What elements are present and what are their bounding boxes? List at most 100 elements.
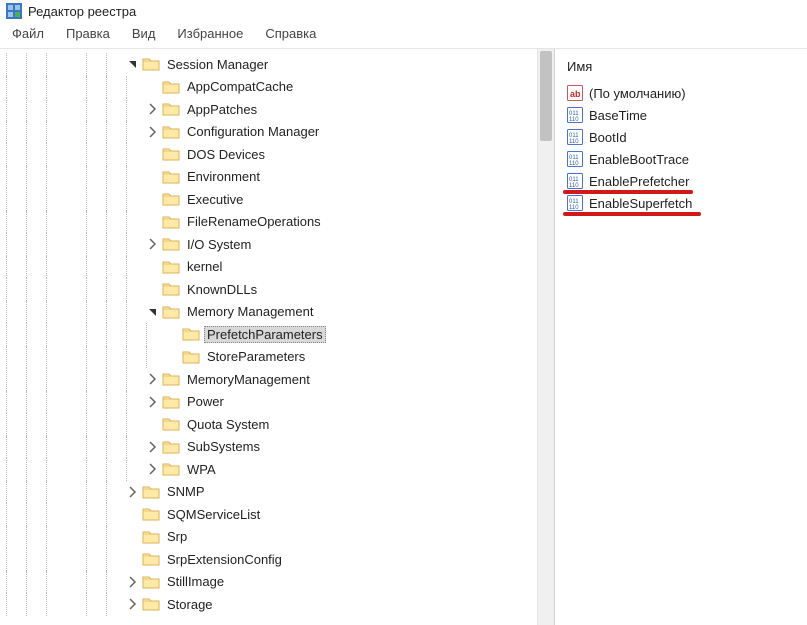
tree-item[interactable]: StoreParameters [6,346,554,369]
tree-item[interactable]: DOS Devices [6,143,554,166]
tree-item-label[interactable]: FileRenameOperations [184,213,324,230]
tree-item[interactable]: SNMP [6,481,554,504]
folder-icon [142,551,160,567]
value-name: BootId [589,130,627,145]
tree-item-label[interactable]: StillImage [164,573,227,590]
tree-item-label[interactable]: SQMServiceList [164,506,263,523]
tree-item-label[interactable]: SubSystems [184,438,263,455]
menu-view[interactable]: Вид [128,24,160,43]
value-name: (По умолчанию) [589,86,686,101]
reg-string-icon [567,85,583,101]
folder-icon [142,56,160,72]
tree-item[interactable]: SrpExtensionConfig [6,548,554,571]
chevron-right-icon[interactable] [146,102,160,116]
tree-item[interactable]: StillImage [6,571,554,594]
menu-file[interactable]: Файл [8,24,48,43]
chevron-right-icon[interactable] [126,485,140,499]
reg-dword-icon [567,107,583,123]
folder-icon [162,394,180,410]
folder-icon [162,281,180,297]
chevron-right-icon[interactable] [146,125,160,139]
folder-icon [142,506,160,522]
value-row[interactable]: EnableSuperfetch [561,192,807,214]
menu-favorites[interactable]: Избранное [173,24,247,43]
tree-item[interactable]: kernel [6,256,554,279]
chevron-right-icon[interactable] [146,440,160,454]
folder-icon [162,214,180,230]
tree-item[interactable]: FileRenameOperations [6,211,554,234]
tree-item-label[interactable]: KnownDLLs [184,281,260,298]
tree-item[interactable]: KnownDLLs [6,278,554,301]
tree-item[interactable]: AppCompatCache [6,76,554,99]
folder-icon [162,124,180,140]
chevron-right-icon[interactable] [126,575,140,589]
tree-item-label[interactable]: Power [184,393,227,410]
tree-item-label[interactable]: DOS Devices [184,146,268,163]
vertical-scrollbar[interactable] [537,49,554,625]
value-row[interactable]: (По умолчанию) [561,82,807,104]
tree-item-label[interactable]: Configuration Manager [184,123,322,140]
menubar: Файл Правка Вид Избранное Справка [0,22,807,48]
tree-item-label[interactable]: Quota System [184,416,272,433]
tree-item-label[interactable]: Session Manager [164,56,271,73]
tree-item-label[interactable]: Srp [164,528,190,545]
tree-item-label[interactable]: kernel [184,258,225,275]
tree-item[interactable]: Environment [6,166,554,189]
tree-item-label[interactable]: Memory Management [184,303,316,320]
tree-item[interactable]: WPA [6,458,554,481]
value-row[interactable]: EnablePrefetcher [561,170,807,192]
tree-item-label[interactable]: Storage [164,596,216,613]
tree-item[interactable]: MemoryManagement [6,368,554,391]
folder-icon [182,349,200,365]
tree-item[interactable]: Power [6,391,554,414]
column-header-name[interactable]: Имя [561,55,807,82]
annotation-underline [563,212,701,216]
tree-item-label[interactable]: AppCompatCache [184,78,296,95]
folder-icon [162,304,180,320]
chevron-right-icon[interactable] [146,372,160,386]
value-name: EnableBootTrace [589,152,689,167]
value-name: EnablePrefetcher [589,174,689,189]
tree-item-label[interactable]: PrefetchParameters [204,326,326,343]
tree-item-label[interactable]: StoreParameters [204,348,308,365]
tree-item[interactable]: Storage [6,593,554,616]
app-icon [6,3,22,19]
tree-list[interactable]: Session Manager AppCompatCache AppPatches C… [0,49,554,616]
tree-item-label[interactable]: MemoryManagement [184,371,313,388]
tree-item-label[interactable]: SNMP [164,483,208,500]
value-row[interactable]: BootId [561,126,807,148]
value-row[interactable]: EnableBootTrace [561,148,807,170]
tree-item[interactable]: PrefetchParameters [6,323,554,346]
tree-item[interactable]: Quota System [6,413,554,436]
folder-icon [162,416,180,432]
chevron-right-icon[interactable] [146,237,160,251]
chevron-down-icon[interactable] [126,57,140,71]
chevron-down-icon[interactable] [146,305,160,319]
tree-item[interactable]: Session Manager [6,53,554,76]
menu-edit[interactable]: Правка [62,24,114,43]
tree-item-label[interactable]: AppPatches [184,101,260,118]
chevron-right-icon[interactable] [146,395,160,409]
value-row[interactable]: BaseTime [561,104,807,126]
tree-item[interactable]: SubSystems [6,436,554,459]
tree-item[interactable]: Configuration Manager [6,121,554,144]
tree-item[interactable]: AppPatches [6,98,554,121]
reg-dword-icon [567,129,583,145]
tree-item[interactable]: SQMServiceList [6,503,554,526]
tree-item-label[interactable]: SrpExtensionConfig [164,551,285,568]
folder-icon [142,484,160,500]
chevron-right-icon[interactable] [126,597,140,611]
tree-item-label[interactable]: I/O System [184,236,254,253]
tree-item[interactable]: I/O System [6,233,554,256]
tree-item[interactable]: Srp [6,526,554,549]
folder-icon [182,326,200,342]
tree-item-label[interactable]: Environment [184,168,263,185]
tree-item[interactable]: Memory Management [6,301,554,324]
chevron-right-icon[interactable] [146,462,160,476]
tree-item[interactable]: Executive [6,188,554,211]
scrollbar-thumb[interactable] [540,51,552,141]
values-list: (По умолчанию) BaseTime BootId EnableBootTr… [561,82,807,214]
menu-help[interactable]: Справка [261,24,320,43]
tree-item-label[interactable]: Executive [184,191,246,208]
tree-item-label[interactable]: WPA [184,461,219,478]
